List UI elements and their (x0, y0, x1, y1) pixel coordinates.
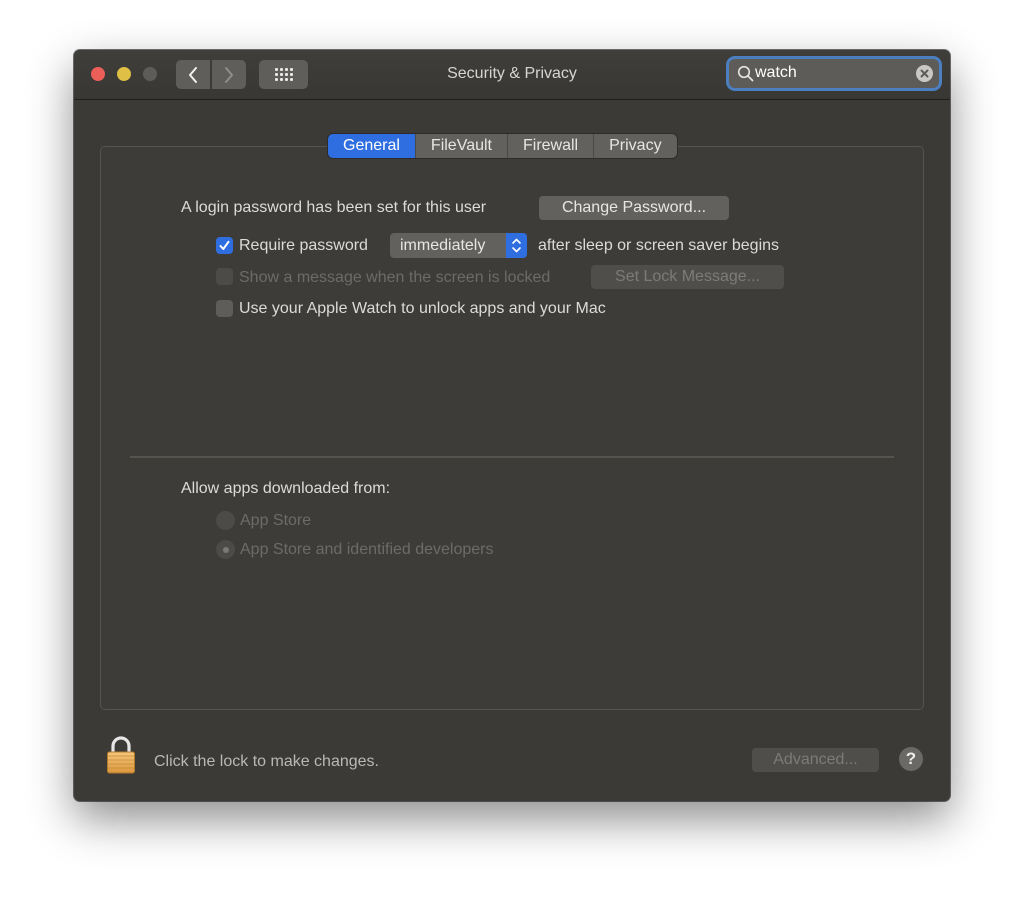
login-password-label: A login password has been set for this u… (181, 199, 487, 216)
search-field[interactable] (729, 59, 939, 88)
delay-value: immediately (400, 237, 486, 254)
clear-search-button[interactable] (916, 65, 933, 82)
allow-apps-heading: Allow apps downloaded from: (181, 480, 391, 497)
apple-watch-label: Use your Apple Watch to unlock apps and … (239, 300, 606, 317)
tab-firewall[interactable]: Firewall (507, 134, 595, 158)
change-password-button[interactable]: Change Password... (539, 196, 729, 220)
radio-identified-developers-label: App Store and identified developers (240, 541, 494, 558)
radio-app-store[interactable] (216, 511, 235, 530)
checkmark-icon (219, 240, 230, 250)
set-lock-message-button[interactable]: Set Lock Message... (591, 265, 784, 289)
require-password-suffix: after sleep or screen saver begins (538, 237, 780, 254)
close-icon (920, 69, 929, 78)
require-password-label: Require password (239, 237, 368, 254)
section-separator (130, 456, 894, 458)
tab-general[interactable]: General (328, 134, 416, 158)
show-message-checkbox[interactable] (216, 268, 233, 285)
require-password-checkbox[interactable] (216, 237, 233, 254)
lock-button[interactable] (106, 736, 136, 779)
tab-bar: General FileVault Firewall Privacy (328, 134, 677, 158)
advanced-button[interactable]: Advanced... (752, 748, 879, 772)
radio-identified-developers[interactable] (216, 540, 235, 559)
lock-icon (107, 736, 135, 774)
lock-status-text: Click the lock to make changes. (154, 753, 379, 770)
popup-arrows-icon (506, 233, 527, 258)
search-input[interactable] (755, 62, 905, 84)
help-button[interactable]: ? (899, 747, 923, 771)
show-message-label: Show a message when the screen is locked (239, 269, 551, 286)
content-panel (100, 146, 924, 710)
apple-watch-checkbox[interactable] (216, 300, 233, 317)
security-privacy-window: Security & Privacy General FileVault Fir… (74, 50, 950, 801)
require-password-delay-select[interactable]: immediately (390, 233, 527, 258)
search-icon (737, 65, 754, 82)
radio-app-store-label: App Store (240, 512, 312, 529)
title-bar: Security & Privacy (74, 50, 950, 100)
tab-privacy[interactable]: Privacy (594, 134, 677, 158)
tab-filevault[interactable]: FileVault (415, 134, 508, 158)
